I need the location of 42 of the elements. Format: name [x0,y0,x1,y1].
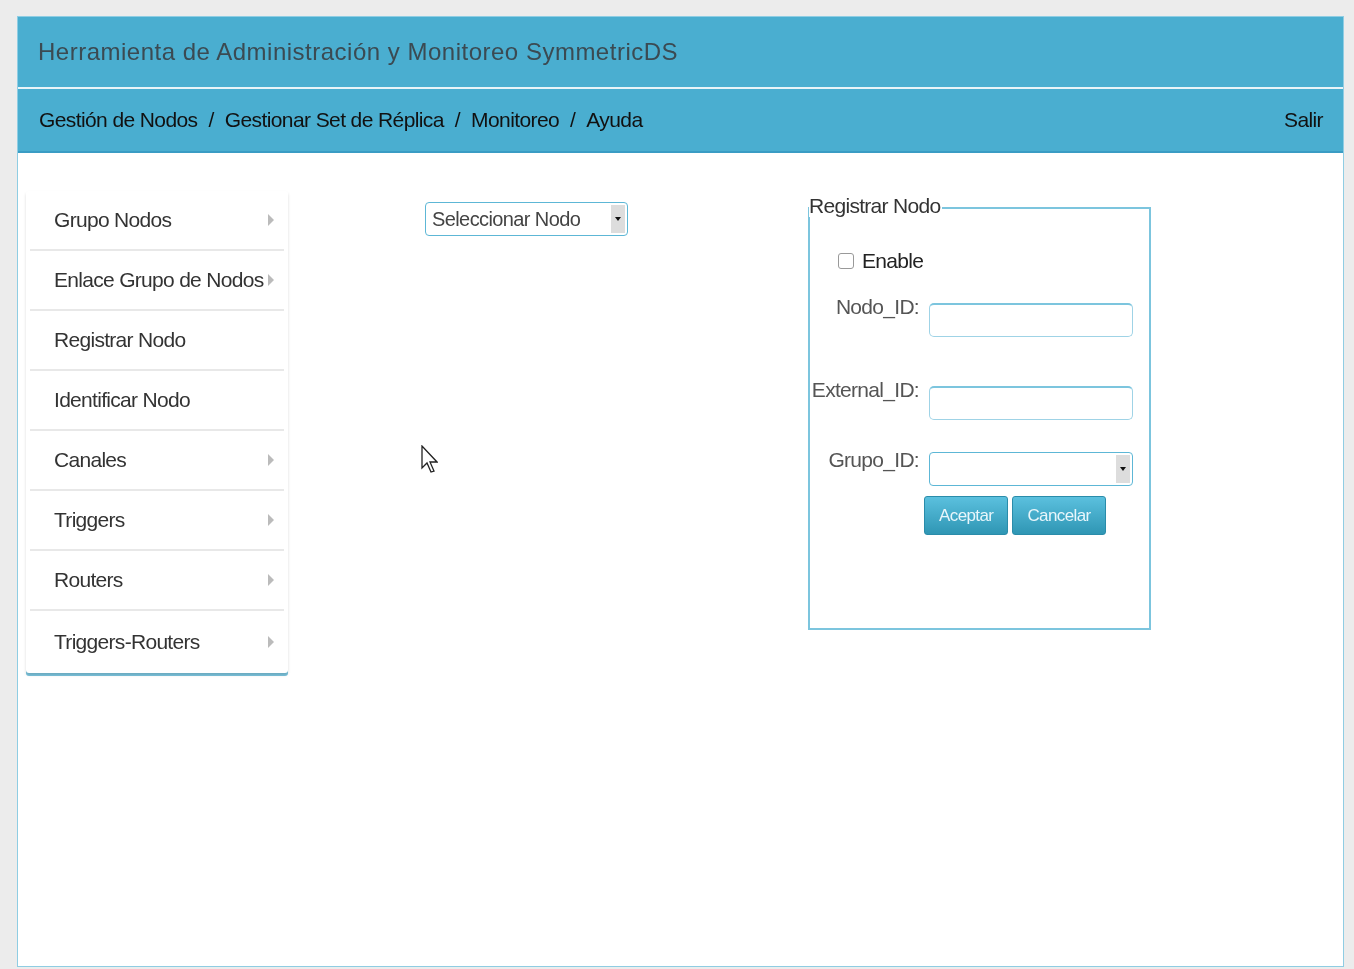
sidebar-item[interactable]: Triggers-Routers [30,611,284,673]
sidebar-item-label: Identificar Nodo [54,387,190,414]
field-label: Nodo_ID: [834,293,920,321]
enable-checkbox[interactable] [838,252,854,269]
nav-link-text[interactable]: Ayuda [586,104,643,136]
sidebar-item-label: Triggers-Routers [54,629,200,656]
sidebar-item[interactable]: Identificar Nodo [30,371,284,431]
chevron-right-icon [268,574,274,586]
sidebar-item[interactable]: Registrar Nodo [30,311,284,371]
nav-link-text[interactable]: Gestionar Set de Réplica [224,104,444,136]
nav-link-text[interactable]: Gestión de Nodos [39,104,198,136]
sidebar-item[interactable]: Triggers [30,491,284,551]
sidebar-item[interactable]: Canales [30,431,284,491]
chevron-right-icon [268,636,274,648]
sidebar-item-label: Routers [54,567,123,594]
separator-text: / [208,107,214,134]
sidebar-item[interactable]: Routers [30,551,284,611]
text-input[interactable] [929,385,1133,420]
nav-link-text[interactable]: Monitoreo [471,104,560,136]
separator-text: / [570,107,576,134]
logout-link[interactable]: Salir [1284,104,1323,136]
app-title: Herramienta de Administración y Monitoreo SymmetricDS [38,37,679,67]
caret-icon [611,205,625,233]
group-select[interactable] [929,451,1133,486]
sidebar-item[interactable]: Grupo Nodos [30,191,284,251]
field-label: Grupo_ID: [827,446,920,474]
sidebar-item-label: Canales [54,447,127,474]
chevron-right-icon [268,274,274,286]
checkbox-label: Enable [862,248,924,274]
sidebar-item-label: Enlace Grupo de Nodos [54,267,264,294]
sidebar-item-label: Registrar Nodo [54,327,186,354]
sidebar-item-label: Grupo Nodos [54,207,172,234]
sidebar-item[interactable]: Enlace Grupo de Nodos [30,251,284,311]
caret-icon [1116,454,1130,483]
node-select[interactable]: Seleccionar Nodo [425,202,628,236]
text-input[interactable] [929,302,1133,337]
chevron-right-icon [268,514,274,526]
field-label: External_ID: [810,376,920,404]
chevron-right-icon [268,214,274,226]
sidebar-item-label: Triggers [54,507,125,534]
separator-text: / [454,107,461,134]
chevron-right-icon [268,454,274,466]
